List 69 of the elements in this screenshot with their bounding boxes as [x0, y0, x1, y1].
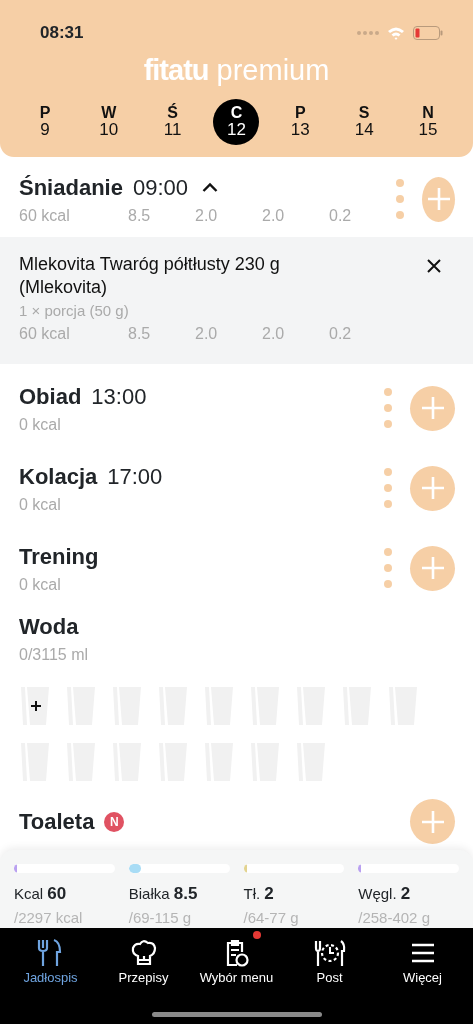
new-badge: N	[104, 811, 125, 832]
add-button[interactable]	[410, 385, 455, 431]
meal-title: Śniadanie	[19, 173, 123, 202]
more-options-icon[interactable]	[396, 179, 404, 219]
battery-icon	[413, 26, 443, 40]
meal-time: 09:00	[132, 173, 188, 202]
macro-value: 0.2	[329, 324, 353, 345]
macro-value: 8.5	[128, 205, 152, 226]
meal-title: Obiad	[19, 382, 82, 411]
add-button[interactable]	[410, 465, 455, 511]
wifi-icon	[387, 26, 405, 40]
meal-time: 17:00	[107, 462, 163, 491]
nav-tab[interactable]: Przepisy	[97, 928, 190, 1024]
add-button[interactable]	[422, 176, 455, 222]
nutrient-value: Kcal 60	[14, 883, 68, 905]
add-button[interactable]	[410, 799, 455, 844]
fasting-clock-icon	[312, 938, 347, 968]
food-name: Mlekovita Twaróg półtłusty 230 g (Mlekovita)	[19, 253, 281, 300]
macro-value: 8.5	[128, 324, 152, 345]
plus-icon	[420, 556, 445, 580]
day-button[interactable]: P 13	[277, 99, 324, 145]
nutrient-value: Białka 8.5	[128, 883, 199, 905]
kcal-value: 0 kcal	[19, 574, 62, 595]
water-title: Woda	[19, 613, 80, 641]
day-button[interactable]: Ś 11	[149, 99, 196, 145]
more-options-icon[interactable]	[384, 388, 392, 428]
nav-tab[interactable]: Jadłospis	[4, 928, 97, 1024]
day-button[interactable]: C 12	[213, 99, 260, 145]
macro-value: 2.0	[195, 205, 219, 226]
macro-value: 0.2	[329, 205, 353, 226]
day-button[interactable]: W 10	[85, 99, 132, 145]
meal-time: 13:00	[91, 382, 147, 411]
kcal-value: 0 kcal	[19, 494, 62, 515]
nutrient-value: Tł. 2	[243, 883, 275, 905]
section-title: Toaleta	[19, 808, 95, 836]
more-options-icon[interactable]	[384, 468, 392, 508]
nav-tab[interactable]: Więcej	[376, 928, 469, 1024]
macro-value: 2.0	[262, 324, 286, 345]
water-amount: 0/3115 ml	[19, 645, 90, 665]
plus-icon	[426, 187, 451, 211]
meal-title: Kolacja	[19, 462, 98, 491]
plus-icon	[420, 476, 445, 500]
meal-title: Trening	[19, 542, 99, 571]
day-button[interactable]: N 15	[404, 99, 451, 145]
more-options-icon[interactable]	[384, 548, 392, 588]
nav-tab[interactable]: Post	[283, 928, 376, 1024]
chevron-up-icon[interactable]	[202, 182, 218, 192]
nutrient-target: /64-77 g	[243, 907, 300, 928]
add-glass-icon[interactable]	[21, 687, 49, 725]
nutrient-target: /69-115 g	[128, 907, 193, 928]
kcal-value: 60 kcal	[19, 324, 71, 345]
portion-text: 1 × porcja (50 g)	[19, 300, 130, 321]
kcal-value: 0 kcal	[19, 414, 62, 435]
plus-icon	[420, 809, 445, 834]
plus-icon	[420, 396, 445, 420]
nutrient-value: Węgl. 2	[358, 883, 412, 905]
kcal-value: 60 kcal	[19, 205, 71, 226]
day-button[interactable]: S 14	[341, 99, 388, 145]
app-logo: fitatu premium	[142, 56, 331, 85]
day-button[interactable]: P 9	[22, 99, 68, 145]
nutrient-target: /2297 kcal	[14, 907, 84, 928]
nav-tab[interactable]: Wybór menu	[190, 928, 283, 1024]
nutrient-target: /258-402 g	[358, 907, 431, 928]
close-icon[interactable]	[427, 259, 441, 273]
macro-value: 2.0	[262, 205, 286, 226]
clock-time: 08:31	[40, 22, 84, 45]
add-button[interactable]	[410, 545, 455, 591]
signal-icon	[357, 30, 379, 36]
macro-value: 2.0	[195, 324, 219, 345]
